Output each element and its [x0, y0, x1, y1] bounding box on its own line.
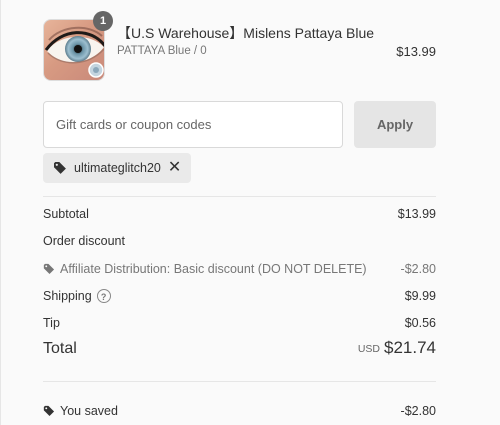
tag-icon: [53, 161, 67, 175]
tag-icon: [43, 263, 55, 275]
subtotal-label: Subtotal: [43, 207, 89, 221]
order-discount-row: Order discount: [43, 234, 436, 254]
summary-divider: [43, 381, 436, 382]
shipping-label: Shipping: [43, 289, 92, 303]
coupon-code-input[interactable]: [43, 101, 343, 148]
product-thumbnail: 1: [43, 11, 113, 81]
shipping-value: $9.99: [404, 289, 436, 303]
eye-image-icon: [44, 26, 104, 78]
shipping-row: Shipping ? $9.99: [43, 289, 436, 309]
total-currency: USD: [357, 343, 380, 355]
order-discount-label: Order discount: [43, 234, 125, 248]
you-saved-value: -$2.80: [400, 404, 436, 418]
tip-label: Tip: [43, 316, 60, 330]
order-summary-panel: 1 【U.S Warehouse】Mislens Pattaya Blue PA…: [0, 0, 500, 425]
help-icon[interactable]: ?: [96, 289, 111, 303]
you-saved-row: You saved -$2.80: [43, 404, 436, 424]
discount-detail-value: -$2.80: [400, 262, 436, 276]
subtotal-row: Subtotal $13.99: [43, 207, 436, 227]
tag-icon: [43, 405, 55, 417]
product-title: 【U.S Warehouse】Mislens Pattaya Blue: [117, 25, 375, 41]
tip-row: Tip $0.56: [43, 316, 436, 336]
close-icon[interactable]: ✕: [168, 160, 181, 176]
applied-coupon-code: ultimateglitch20: [74, 161, 161, 175]
total-value: $21.74: [384, 338, 436, 357]
you-saved-label: You saved: [60, 404, 118, 418]
applied-coupon-tag: ultimateglitch20 ✕: [43, 153, 192, 183]
discount-detail-label: Affiliate Distribution: Basic discount (…: [60, 262, 367, 276]
discount-code-form: Apply: [43, 101, 436, 148]
subtotal-value: $13.99: [397, 207, 436, 221]
discount-detail-row: Affiliate Distribution: Basic discount (…: [43, 262, 436, 282]
apply-discount-button[interactable]: Apply: [354, 101, 436, 148]
quantity-badge: 1: [93, 11, 113, 31]
total-label: Total: [43, 340, 77, 357]
cost-summary: Subtotal $13.99 Order discount Affiliate…: [43, 196, 436, 418]
cart-line-item: 1 【U.S Warehouse】Mislens Pattaya Blue PA…: [43, 11, 436, 83]
product-variant: PATTAYA Blue / 0: [117, 45, 207, 57]
product-price: $13.99: [396, 44, 436, 59]
total-row: Total USD $21.74: [43, 338, 436, 362]
tip-value: $0.56: [404, 316, 436, 330]
